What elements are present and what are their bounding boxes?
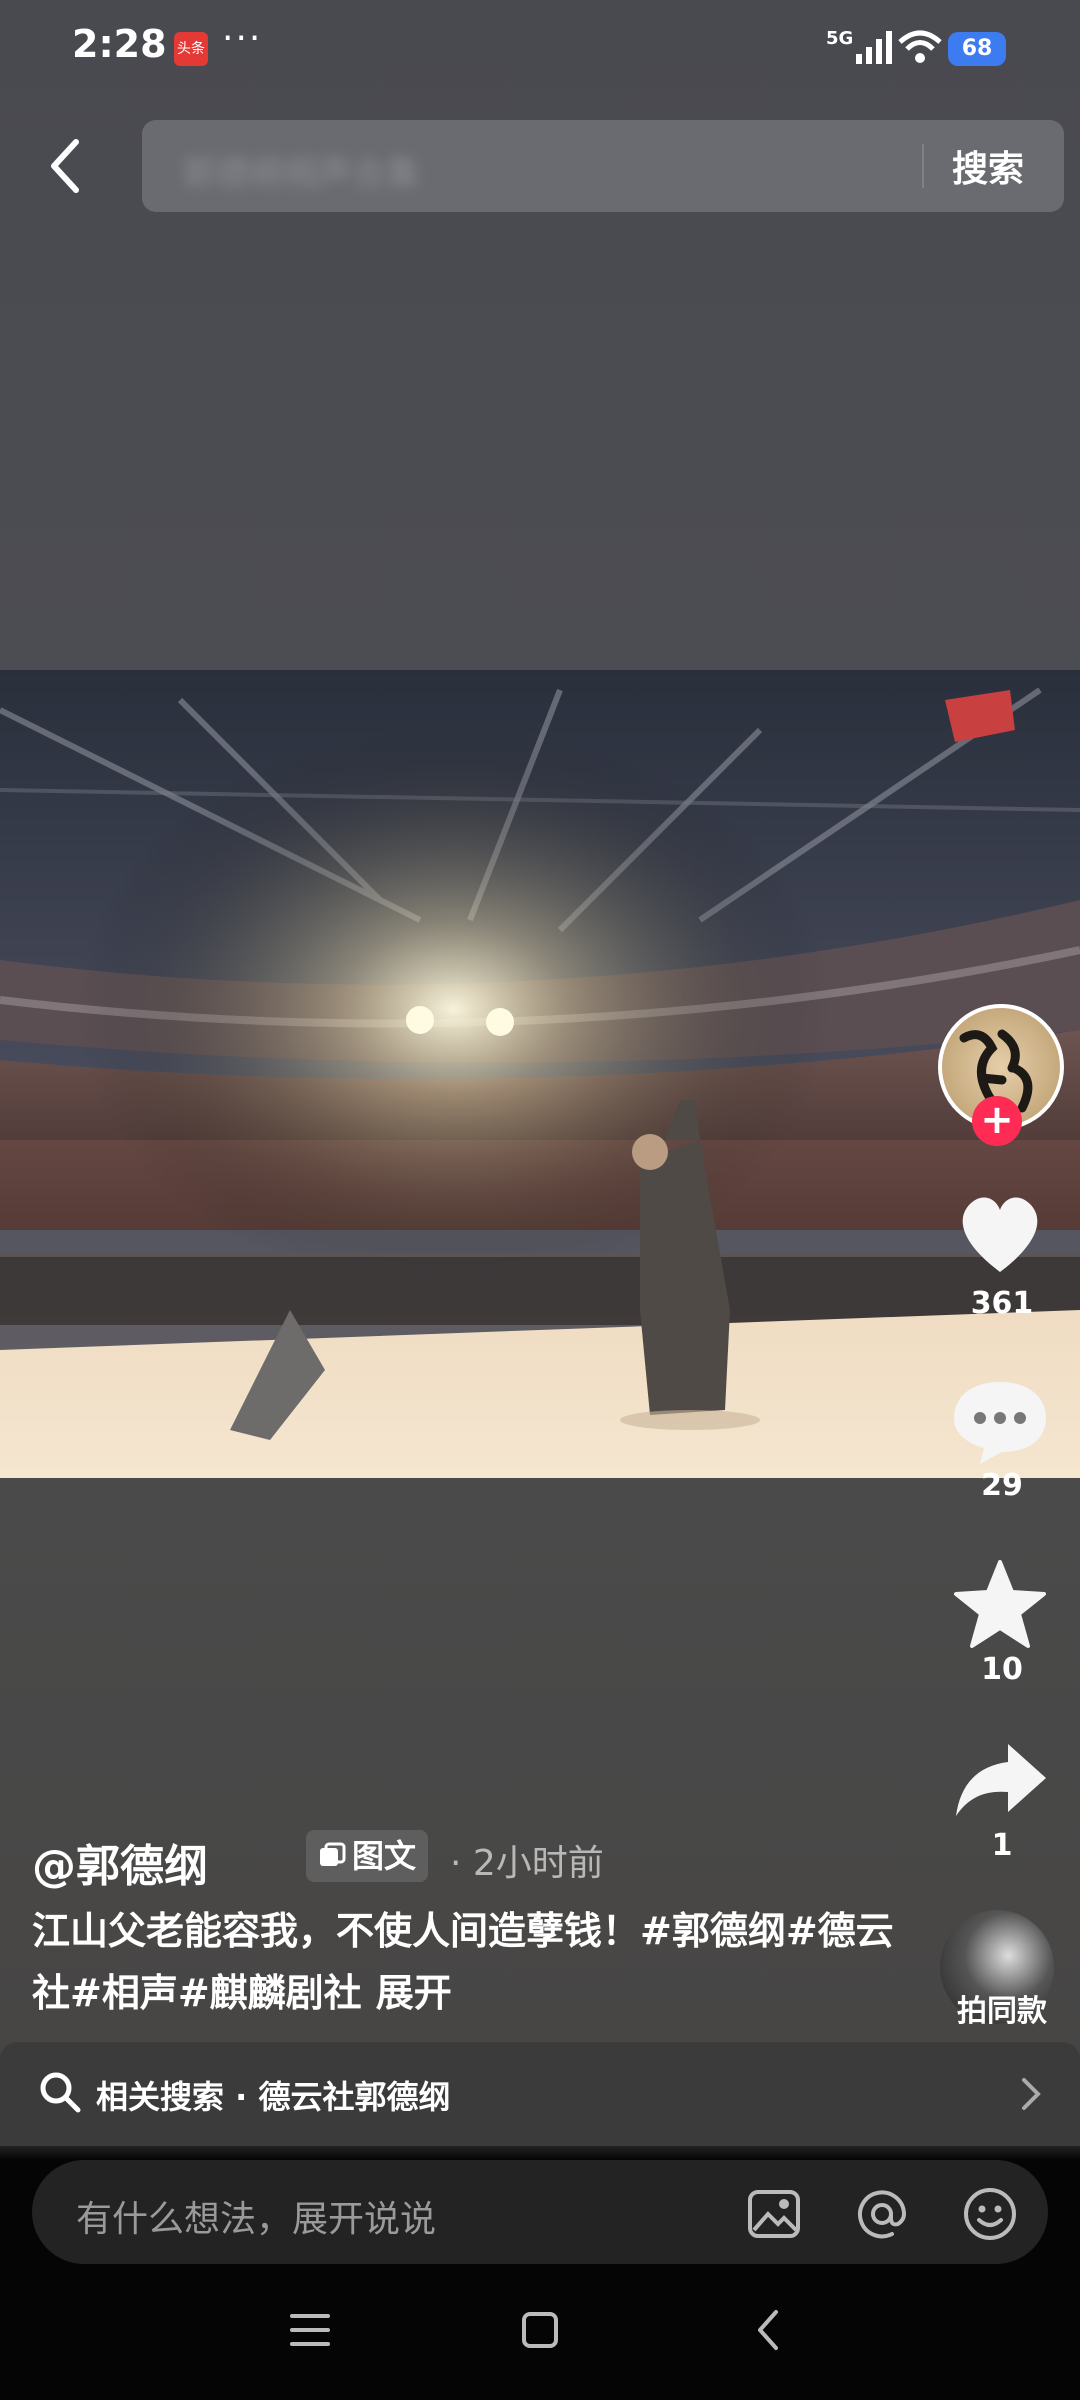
share-count: 1: [991, 1828, 1013, 1863]
post-time: · 2小时前: [450, 1843, 604, 1884]
battery-indicator: 68: [948, 32, 1006, 66]
author-name[interactable]: @郭德纲: [32, 1830, 208, 1894]
related-search-bar[interactable]: 相关搜索 · 德云社郭德纲: [0, 2042, 1080, 2146]
post-type-badge: 图文: [306, 1830, 429, 1882]
favorite-star-icon[interactable]: [950, 1556, 1050, 1656]
favorite-count: 10: [981, 1652, 1023, 1687]
network-type: 5G: [826, 28, 854, 49]
more-notifications-indicator: ···: [222, 18, 263, 59]
follow-button[interactable]: +: [972, 1096, 1022, 1146]
comment-input-bar[interactable]: 有什么想法，展开说说: [32, 2160, 1048, 2264]
image-picker-icon[interactable]: [746, 2186, 802, 2242]
mention-at-icon[interactable]: [854, 2186, 910, 2242]
comment-bubble-icon[interactable]: [950, 1370, 1050, 1470]
same-style-label[interactable]: 拍同款: [940, 1986, 1064, 2030]
app-notification-icon: 头条: [174, 32, 208, 66]
menu-nav-icon[interactable]: [280, 2300, 340, 2360]
post-type-label: 图文: [352, 1837, 417, 1875]
signal-icon: [856, 31, 892, 64]
expand-link[interactable]: 展开: [376, 1971, 452, 2015]
related-search-label[interactable]: 相关搜索 · 德云社郭德纲: [96, 2072, 450, 2118]
share-arrow-icon[interactable]: [950, 1730, 1050, 1830]
comment-count: 29: [981, 1468, 1023, 1503]
comment-input[interactable]: 有什么想法，展开说说: [76, 2190, 436, 2242]
search-bar[interactable]: 郭德纲相声合集 搜索: [142, 120, 1064, 212]
search-input[interactable]: 郭德纲相声合集: [182, 146, 420, 195]
like-heart-icon[interactable]: [950, 1184, 1050, 1284]
search-button[interactable]: 搜索: [952, 140, 1024, 192]
caption-text: 江山父老能容我，不使人间造孽钱！#郭德纲#德云社#相声#麒麟剧社: [32, 1909, 894, 2015]
back-nav-icon[interactable]: [740, 2300, 800, 2360]
home-nav-icon[interactable]: [510, 2300, 570, 2360]
back-arrow-icon[interactable]: [36, 130, 96, 202]
image-text-icon: [320, 1842, 346, 1866]
status-time: 2:28: [72, 22, 167, 66]
post-caption: 江山父老能容我，不使人间造孽钱！#郭德纲#德云社#相声#麒麟剧社 展开: [32, 1900, 912, 2024]
emoji-icon[interactable]: [962, 2186, 1018, 2242]
like-count: 361: [970, 1286, 1034, 1321]
chevron-right-icon: [1022, 2078, 1041, 2110]
search-icon: [40, 2072, 81, 2113]
post-photo[interactable]: [0, 670, 1080, 1478]
search-divider: [922, 144, 924, 188]
wifi-icon: [898, 30, 942, 63]
